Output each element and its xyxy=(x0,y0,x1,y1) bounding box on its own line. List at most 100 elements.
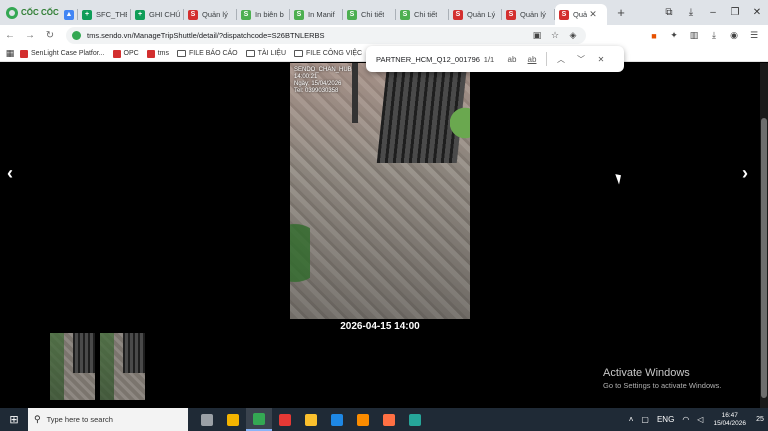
tab-9[interactable]: S Quản lý xyxy=(502,4,555,25)
forward-button[interactable]: → xyxy=(20,30,40,41)
scrollbar[interactable] xyxy=(760,63,768,408)
find-next-button[interactable]: ﹀ xyxy=(571,54,591,65)
taskbar-app-firefox[interactable] xyxy=(376,408,402,431)
tray-chevron-icon[interactable]: ˄ xyxy=(629,415,634,424)
new-tab-button[interactable]: + xyxy=(611,5,631,20)
taskbar-app-app[interactable] xyxy=(402,408,428,431)
tab-8[interactable]: S Quản Lý xyxy=(449,4,502,25)
tab-list: ▲ + SFC_THE + GHI CHÚ S Quản lý S In biên b S In M… xyxy=(60,0,607,25)
scrollbar-thumb[interactable] xyxy=(761,118,767,398)
tab-3[interactable]: S Quản lý xyxy=(184,4,237,25)
network-icon[interactable]: ◠ xyxy=(682,415,689,424)
tab-6[interactable]: S Chi tiết xyxy=(343,4,396,25)
app-icon xyxy=(409,413,421,426)
tab-2[interactable]: + GHI CHÚ xyxy=(131,4,184,25)
next-image-button[interactable]: › xyxy=(742,163,748,184)
tray-app-icon[interactable]: ▢ xyxy=(641,415,649,424)
volume-icon[interactable]: ◁ xyxy=(697,415,703,424)
tab-4[interactable]: S In biên b xyxy=(237,4,290,25)
coccoc-logo-icon xyxy=(6,6,18,19)
notification-badge[interactable]: 25 xyxy=(752,416,768,423)
download-icon[interactable]: ⤓ xyxy=(680,7,702,18)
bookmark-item[interactable]: TÀI LIỆU xyxy=(245,50,286,57)
tab-strip: CỐC CỐC ▲ + SFC_THE + GHI CHÚ S Quản lý S In biê… xyxy=(0,0,768,25)
zalo-icon xyxy=(331,413,343,426)
close-window-button[interactable]: ✕ xyxy=(746,7,768,18)
tab-7[interactable]: S Chi tiết xyxy=(396,4,449,25)
apps-grid-icon[interactable]: ▦ xyxy=(0,48,20,59)
tab-10[interactable]: S Quả ✕ xyxy=(555,4,607,25)
profile-icon[interactable]: ◉ xyxy=(724,30,744,41)
bookmark-item[interactable]: FILE CÔNG VIỆC xyxy=(294,50,362,57)
browser-brand[interactable]: CỐC CỐC xyxy=(0,0,60,25)
windows-start-icon[interactable]: ⊞ xyxy=(0,413,28,426)
bookmark-star-icon[interactable]: ☆ xyxy=(546,30,564,41)
thumbnail-1[interactable] xyxy=(50,333,95,400)
bookmark-item[interactable]: SenLight Case Platfor... xyxy=(20,49,105,58)
main-photo: SENDO_CHAN_HUB 14:00:21 Ngày: 15/04/2026 Te… xyxy=(290,63,470,319)
tab-label: In biên b xyxy=(255,10,284,19)
taskbar-app-sticky-notes[interactable] xyxy=(298,408,324,431)
browser-toolbar: ← → ↻ tms.sendo.vn/ManageTripShuttle/det… xyxy=(0,25,768,46)
sidebar-icon[interactable]: ▥ xyxy=(684,30,704,41)
taskbar-app-task-view[interactable] xyxy=(194,408,220,431)
tab-close-icon[interactable]: ✕ xyxy=(589,9,597,20)
mouse-cursor xyxy=(615,172,624,185)
tab-label: In Manif xyxy=(308,10,335,19)
bookmark-item[interactable]: FILE BÁO CÁO xyxy=(177,50,238,57)
shield-icon[interactable]: ◈ xyxy=(564,30,582,41)
find-input[interactable]: PARTNER_HCM_Q12_001796 xyxy=(376,55,480,64)
maximize-button[interactable]: ❐ xyxy=(724,7,746,18)
tab-favicon-icon: S xyxy=(188,9,198,20)
find-match-count: 1/1 xyxy=(483,54,495,64)
stamp-line: Tel: 0399030358 xyxy=(294,88,339,94)
page-action-icon[interactable]: ▣ xyxy=(528,30,546,41)
wps-icon xyxy=(279,413,291,426)
taskbar-search[interactable]: ⚲ Type here to search xyxy=(28,408,188,431)
downloads-icon[interactable]: ⤓ xyxy=(704,30,724,41)
tab-0[interactable]: ▲ xyxy=(60,4,78,25)
thumbnail-2[interactable] xyxy=(100,333,145,400)
tab-favicon-icon: S xyxy=(506,9,516,20)
tab-5[interactable]: S In Manif xyxy=(290,4,343,25)
file-explorer-icon xyxy=(227,413,239,426)
taskbar-app-wps[interactable] xyxy=(272,408,298,431)
bookmark-item[interactable]: OPC xyxy=(112,49,139,58)
find-divider xyxy=(546,52,547,66)
omnibox-icons: ▣ ☆ ◈ xyxy=(528,30,586,41)
prev-image-button[interactable]: ‹ xyxy=(7,163,13,184)
tab-label: Quản lý xyxy=(520,10,546,19)
clock-time: 16:47 xyxy=(721,411,738,419)
site-info-icon[interactable] xyxy=(72,31,81,40)
bookmark-item[interactable]: tms xyxy=(146,49,169,58)
extensions-icon[interactable]: ⧉ xyxy=(658,7,680,18)
image-viewer: ‹ › SENDO_CHAN_HUB 14:00:21 Ngày: 15/04/20… xyxy=(0,63,768,408)
tab-favicon-icon: + xyxy=(82,9,92,20)
puzzle-icon[interactable]: ✦ xyxy=(664,30,684,41)
back-button[interactable]: ← xyxy=(0,30,20,41)
tab-1[interactable]: + SFC_THE xyxy=(78,4,131,25)
extension-icon[interactable]: ■ xyxy=(644,31,664,41)
taskbar-app-chrome[interactable] xyxy=(350,408,376,431)
taskbar-app-coccoc[interactable] xyxy=(246,408,272,431)
tab-label: Quản lý xyxy=(202,10,228,19)
taskbar-app-file-explorer[interactable] xyxy=(220,408,246,431)
minimize-button[interactable]: – xyxy=(702,7,724,18)
find-previous-button[interactable]: ︿ xyxy=(551,54,571,65)
bookmark-label: FILE CÔNG VIỆC xyxy=(306,50,363,57)
coccoc-icon xyxy=(253,412,265,425)
match-case-toggle[interactable]: ab xyxy=(502,55,522,64)
stamp-line: 14:00:21 xyxy=(294,74,318,80)
reload-button[interactable]: ↻ xyxy=(40,30,60,41)
taskbar-clock[interactable]: 16:47 15/04/2026 xyxy=(713,412,746,428)
address-bar[interactable]: tms.sendo.vn/ManageTripShuttle/detail/?d… xyxy=(66,27,586,44)
menu-icon[interactable]: ☰ xyxy=(744,30,764,41)
folder-icon xyxy=(245,50,255,57)
language-indicator[interactable]: ENG xyxy=(657,415,674,424)
bookmark-favicon-icon xyxy=(112,49,121,58)
url-text[interactable]: tms.sendo.vn/ManageTripShuttle/detail/?d… xyxy=(87,31,325,40)
tab-label: Quả xyxy=(573,10,588,19)
find-close-button[interactable]: ✕ xyxy=(591,55,611,64)
whole-word-toggle[interactable]: ab xyxy=(522,55,542,64)
taskbar-app-zalo[interactable] xyxy=(324,408,350,431)
